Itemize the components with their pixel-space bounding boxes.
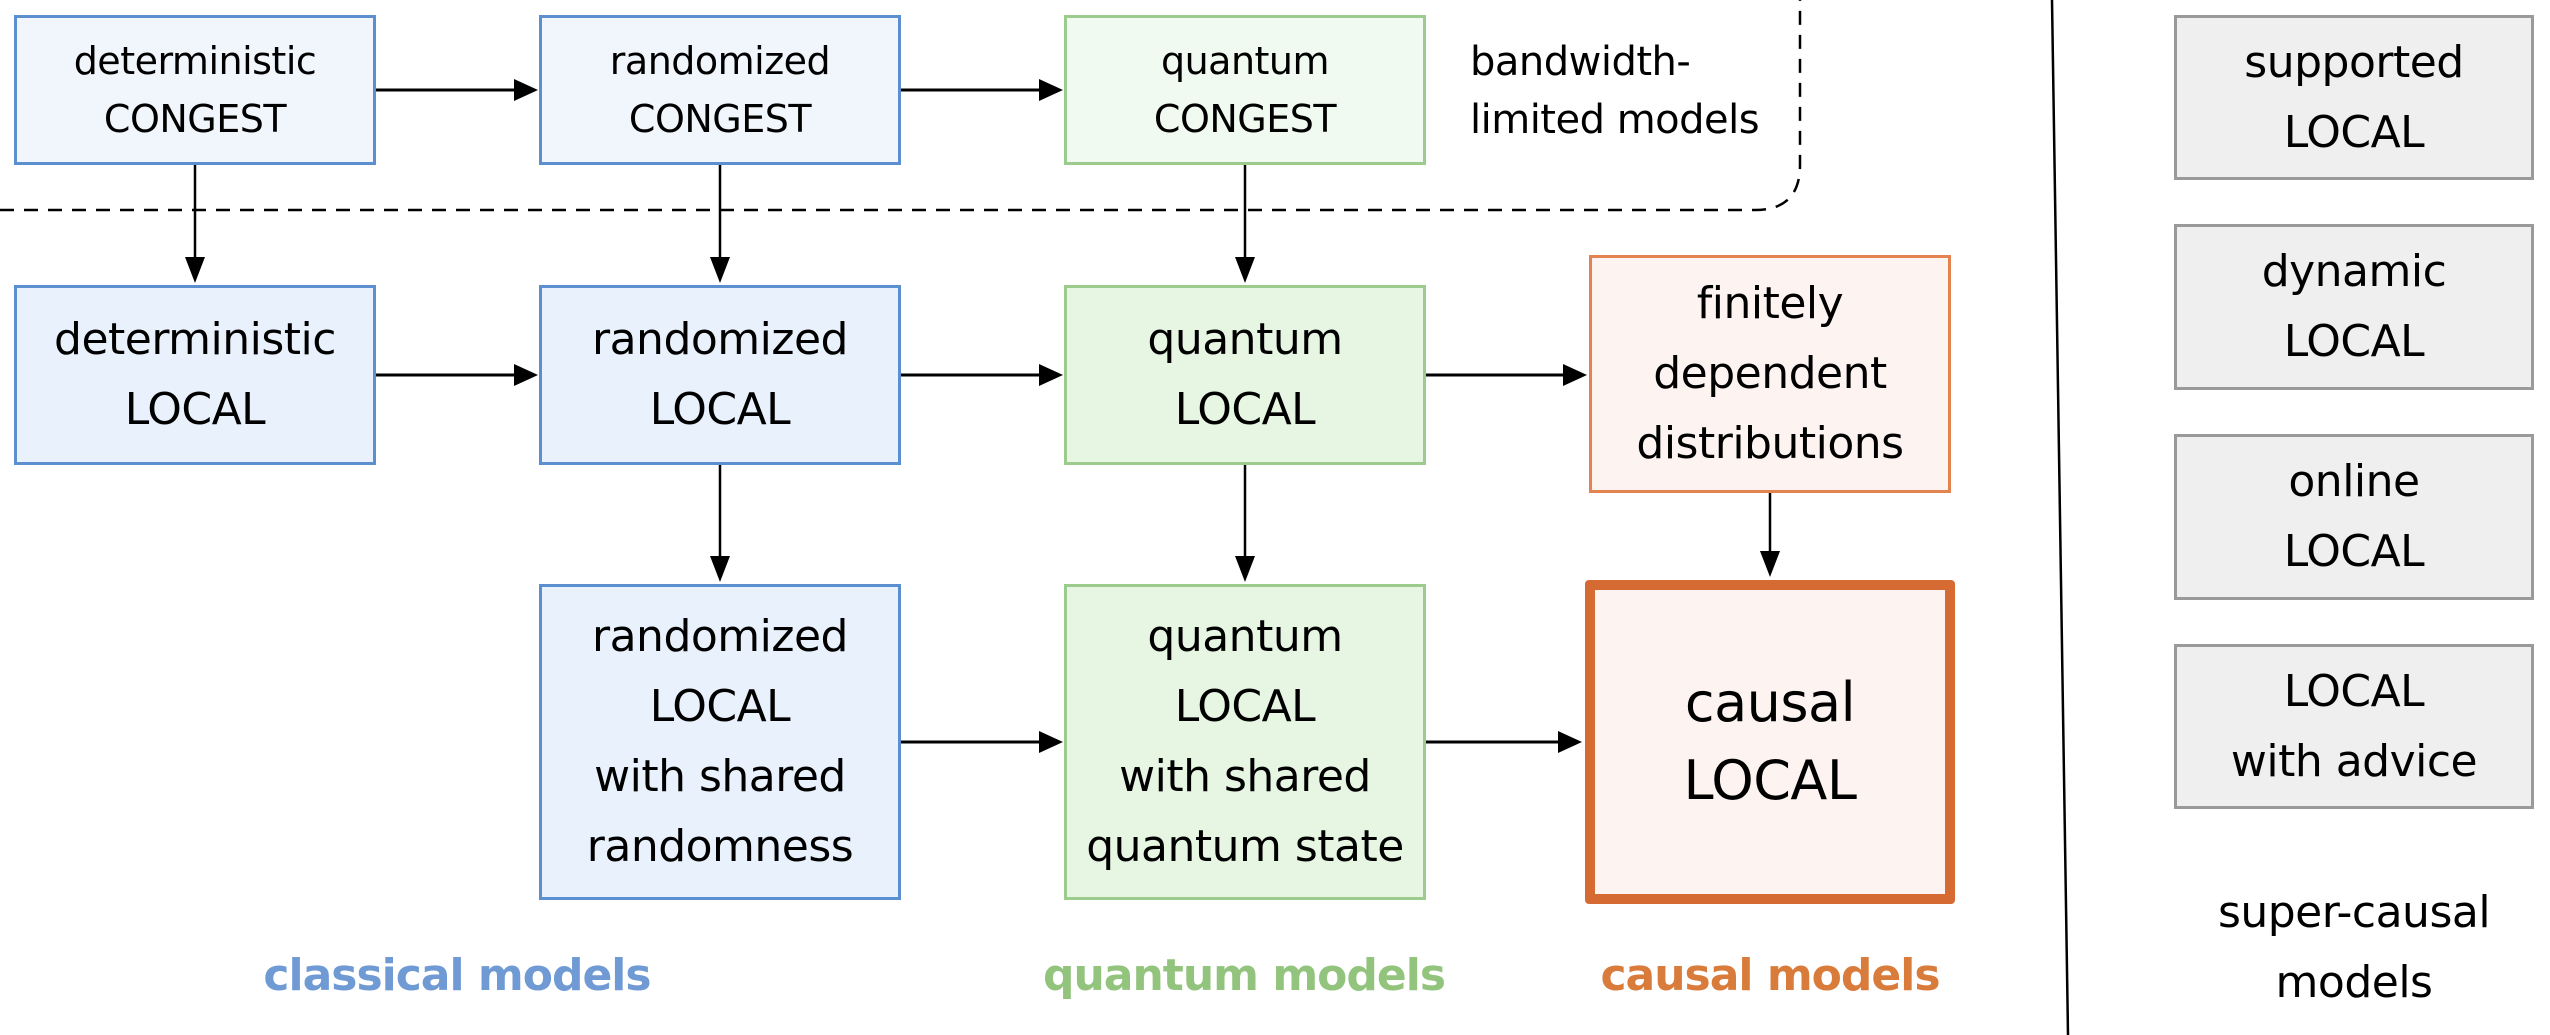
node-label-line: with shared (594, 751, 846, 802)
node-randomized-congest: randomized CONGEST (539, 15, 901, 165)
node-label-line: LOCAL (1683, 749, 1857, 812)
node-label-line: with shared (1119, 751, 1371, 802)
node-label-line: deterministic (54, 314, 336, 365)
node-label-line: quantum (1160, 39, 1330, 83)
edge-det-congest-to-rand-congest (376, 79, 538, 101)
arrowhead-icon (1235, 257, 1255, 283)
edge-quant-local-to-finitely-dependent (1425, 364, 1587, 386)
node-label-line: causal (1684, 671, 1856, 734)
node-label-line: CONGEST (1153, 97, 1337, 141)
node-label-line: LOCAL (124, 384, 266, 435)
label-line: limited models (1470, 97, 1760, 143)
bandwidth-limited-models-label: bandwidth- limited models (1470, 33, 1760, 149)
label-line: super-causal (2217, 887, 2491, 938)
node-label-line: randomized (592, 314, 848, 365)
node-label-line: LOCAL (649, 681, 791, 732)
quantum-models-label: quantum models (1042, 950, 1446, 1001)
arrowhead-icon (1558, 731, 1582, 753)
edge-rand-local-shared-to-quant-local-shared (899, 731, 1063, 753)
edge-quant-local-shared-to-causal-local (1425, 731, 1582, 753)
node-online-local: online LOCAL (2174, 434, 2534, 600)
supercausal-divider (2050, 0, 2070, 1035)
node-label-line: quantum (1147, 611, 1343, 662)
node-label-line: deterministic (73, 39, 317, 83)
node-quantum-congest: quantum CONGEST (1064, 15, 1426, 165)
edge-det-local-to-rand-local (376, 364, 538, 386)
label-line: models (2275, 957, 2433, 1008)
node-label-line: online (2288, 456, 2420, 507)
node-deterministic-congest: deterministic CONGEST (14, 15, 376, 165)
node-label-line: CONGEST (628, 97, 812, 141)
edge-quant-local-to-quant-local-shared (1235, 465, 1255, 582)
node-label-line: with advice (2230, 735, 2478, 787)
edge-det-congest-to-det-local (185, 164, 205, 283)
node-finitely-dependent-distributions: finitely dependent distributions (1589, 255, 1951, 493)
node-label-line: quantum state (1086, 821, 1404, 872)
node-label-line: randomized (609, 39, 831, 83)
edge-rand-congest-to-quant-congest (899, 79, 1063, 101)
arrowhead-icon (1039, 731, 1063, 753)
node-label-line: finitely (1696, 278, 1844, 329)
classical-models-label: classical models (263, 950, 651, 1001)
causal-models-label: causal models (1600, 950, 1940, 1001)
node-label-line: LOCAL (1174, 384, 1316, 435)
node-quantum-local: quantum LOCAL (1064, 285, 1426, 465)
node-label-line: supported (2244, 36, 2464, 88)
arrowhead-icon (710, 257, 730, 283)
node-deterministic-local: deterministic LOCAL (14, 285, 376, 465)
edge-rand-local-to-quant-local (899, 364, 1063, 386)
node-label-line: LOCAL (2283, 106, 2425, 158)
node-label-line: randomness (586, 821, 854, 872)
arrowhead-icon (185, 257, 205, 283)
node-label-line: LOCAL (649, 384, 791, 435)
label-line: bandwidth- (1470, 39, 1691, 85)
node-local-with-advice: LOCAL with advice (2174, 644, 2534, 809)
arrowhead-icon (1235, 556, 1255, 582)
node-label-line: dynamic (2261, 246, 2447, 297)
node-label-line: LOCAL (2283, 526, 2425, 577)
node-label-line: randomized (592, 611, 848, 662)
node-randomized-local: randomized LOCAL (539, 285, 901, 465)
node-label-line: distributions (1636, 418, 1904, 469)
arrowhead-icon (1760, 551, 1780, 577)
node-label-line: quantum (1147, 314, 1343, 365)
arrowhead-icon (514, 79, 538, 101)
edge-rand-congest-to-rand-local (710, 164, 730, 283)
arrowhead-icon (1563, 364, 1587, 386)
arrowhead-icon (514, 364, 538, 386)
node-label-line: LOCAL (2283, 665, 2425, 717)
node-quantum-local-shared-state: quantum LOCAL with shared quantum state (1064, 584, 1426, 900)
arrowhead-icon (710, 556, 730, 582)
node-causal-local: causal LOCAL (1585, 580, 1955, 904)
node-label-line: dependent (1653, 348, 1887, 399)
arrowhead-icon (1039, 79, 1063, 101)
edge-quant-congest-to-quant-local (1235, 164, 1255, 283)
edge-rand-local-to-rand-local-shared (710, 465, 730, 582)
arrowhead-icon (1039, 364, 1063, 386)
node-randomized-local-shared-randomness: randomized LOCAL with shared randomness (539, 584, 901, 900)
node-supported-local: supported LOCAL (2174, 15, 2534, 180)
node-label-line: LOCAL (2283, 316, 2425, 367)
node-label-line: CONGEST (103, 97, 287, 141)
node-dynamic-local: dynamic LOCAL (2174, 224, 2534, 390)
supercausal-models-label: super-causal models (2174, 878, 2534, 1018)
edge-finitely-dependent-to-causal-local (1760, 493, 1780, 577)
node-label-line: LOCAL (1174, 681, 1316, 732)
